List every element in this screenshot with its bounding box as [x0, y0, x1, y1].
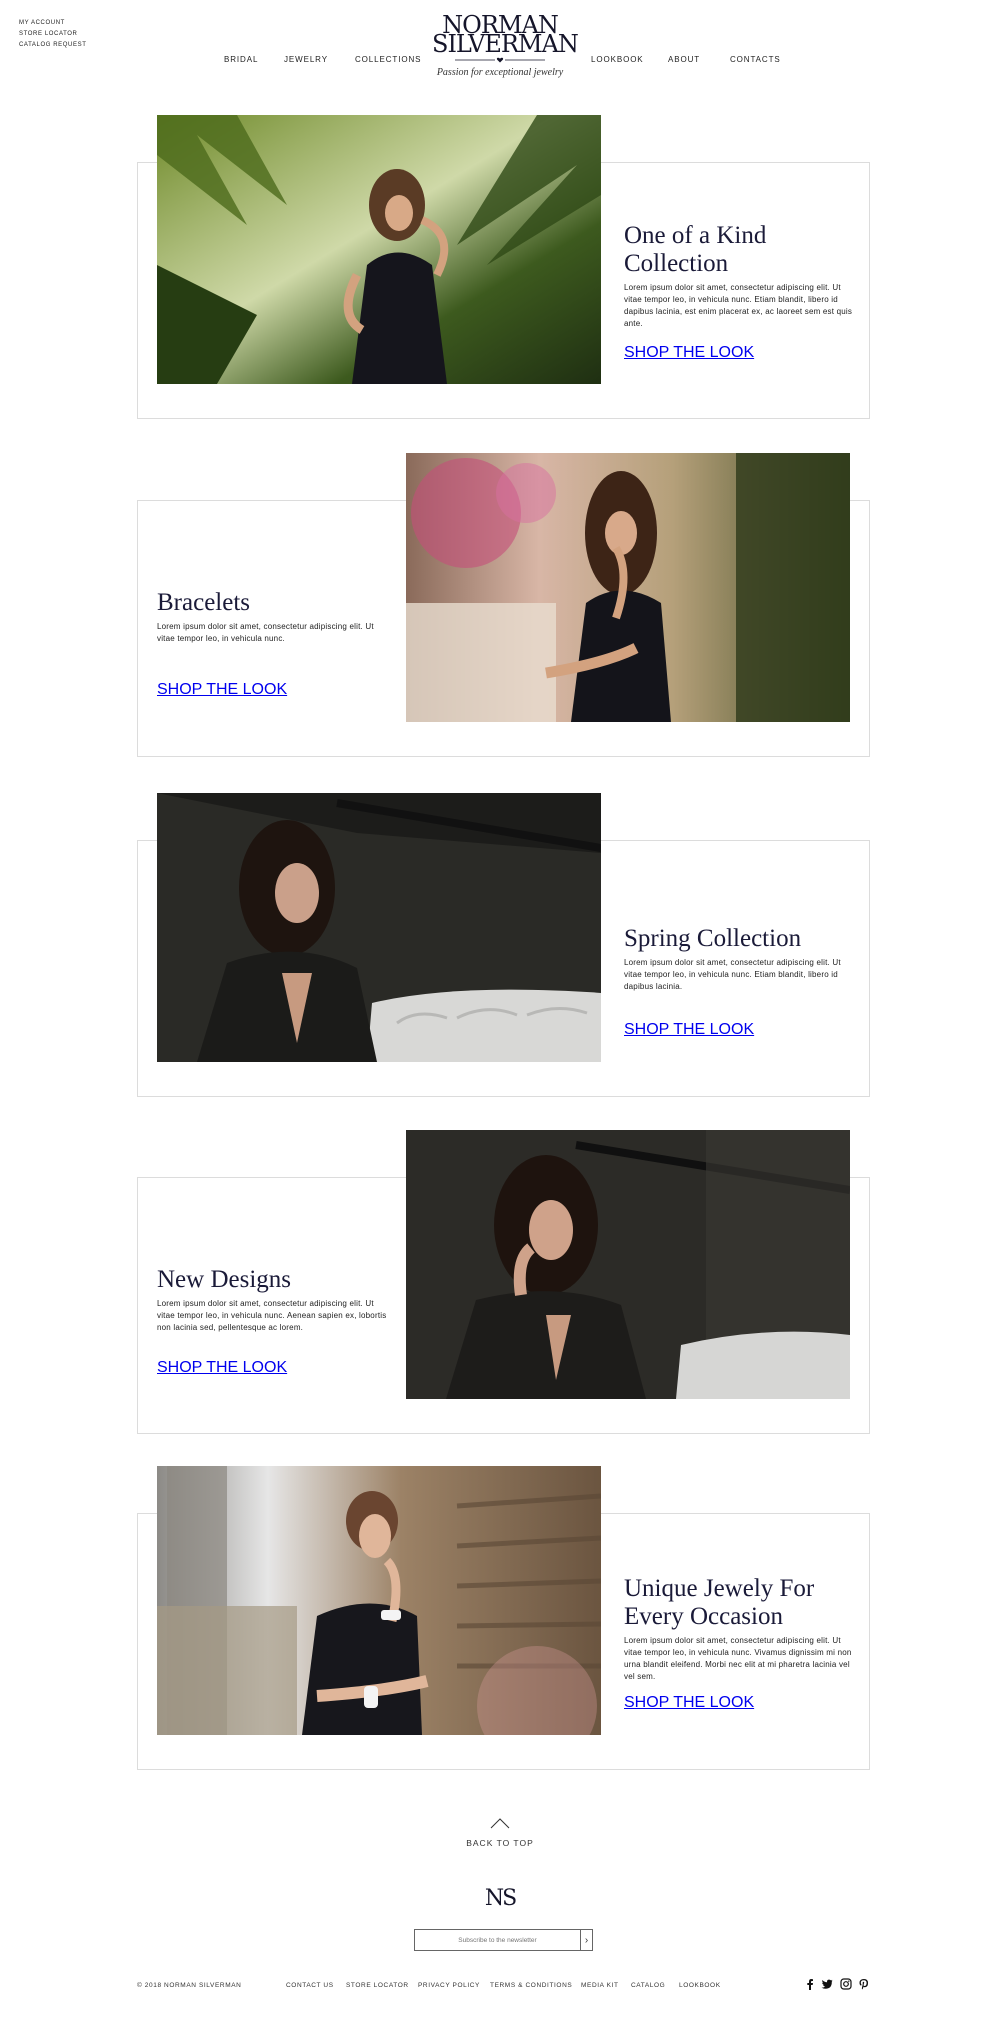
feature-1-body: Lorem ipsum dolor sit amet, consectetur … [624, 283, 853, 328]
feature-4-shop-the-look[interactable]: SHOP THE LOOK [157, 1359, 287, 1377]
feature-2-photo[interactable] [406, 453, 850, 722]
brand-logo[interactable]: NORMAN SILVERMAN Passion for exceptional… [432, 13, 579, 78]
monogram-text: NS [484, 1886, 517, 1911]
chevron-up-icon [490, 1818, 510, 1829]
nav-jewelry[interactable]: JEWELRY [284, 55, 328, 64]
feature-1-text: One of a Kind Collection Lorem ipsum dol… [624, 222, 860, 330]
feature-4-body: Lorem ipsum dolor sit amet, consectetur … [157, 1299, 387, 1332]
footer-privacy-policy[interactable]: PRIVACY POLICY [418, 1982, 480, 1989]
feature-1-photo[interactable] [157, 115, 601, 384]
copyright: © 2018 NORMAN SILVERMAN [137, 1982, 242, 1989]
feature-2-shop-the-look[interactable]: SHOP THE LOOK [157, 681, 287, 699]
back-to-top-button[interactable]: BACK TO TOP [440, 1816, 560, 1848]
feature-2-text: Bracelets Lorem ipsum dolor sit amet, co… [157, 589, 393, 645]
my-account-link[interactable]: MY ACCOUNT [19, 18, 86, 29]
feature-1-shop-the-look[interactable]: SHOP THE LOOK [624, 344, 754, 362]
chevron-right-icon: › [584, 1934, 589, 1946]
instagram-icon[interactable] [840, 1978, 852, 1990]
feature-5-shop-the-look[interactable]: SHOP THE LOOK [624, 1694, 754, 1712]
feature-4-photo[interactable] [406, 1130, 850, 1399]
footer-catalog[interactable]: CATALOG [631, 1982, 665, 1989]
twitter-icon[interactable] [821, 1978, 833, 1990]
feature-5-text: Unique Jewely For Every Occasion Lorem i… [624, 1575, 860, 1683]
facebook-icon[interactable] [804, 1978, 816, 1990]
catalog-request-link[interactable]: CATALOG REQUEST [19, 40, 86, 51]
newsletter-input[interactable] [415, 1930, 580, 1950]
feature-4-title: New Designs [157, 1266, 292, 1293]
nav-bridal[interactable]: BRIDAL [224, 55, 258, 64]
footer-lookbook[interactable]: LOOKBOOK [679, 1982, 721, 1989]
footer-media-kit[interactable]: MEDIA KIT [581, 1982, 619, 1989]
logo-line-2: SILVERMAN [432, 30, 579, 58]
nav-collections[interactable]: COLLECTIONS [355, 55, 421, 64]
feature-2-title: Bracelets [157, 589, 251, 616]
store-locator-link[interactable]: STORE LOCATOR [19, 29, 86, 40]
footer-store-locator[interactable]: STORE LOCATOR [346, 1982, 409, 1989]
ns-monogram-logo: NS [480, 1886, 520, 1911]
feature-2-body: Lorem ipsum dolor sit amet, consectetur … [157, 622, 374, 643]
feature-3-title: Spring Collection [624, 925, 802, 952]
feature-3-shop-the-look[interactable]: SHOP THE LOOK [624, 1021, 754, 1039]
back-to-top-label: BACK TO TOP [466, 1838, 534, 1848]
feature-5-title: Unique Jewely For Every Occasion [624, 1575, 815, 1630]
footer-contact-us[interactable]: CONTACT US [286, 1982, 334, 1989]
feature-3-text: Spring Collection Lorem ipsum dolor sit … [624, 925, 860, 993]
feature-3-body: Lorem ipsum dolor sit amet, consectetur … [624, 958, 841, 991]
nav-lookbook[interactable]: LOOKBOOK [591, 55, 644, 64]
feature-4-text: New Designs Lorem ipsum dolor sit amet, … [157, 1266, 393, 1334]
footer-terms-conditions[interactable]: TERMS & CONDITIONS [490, 1982, 572, 1989]
feature-5-photo[interactable] [157, 1466, 601, 1735]
feature-1-title: One of a Kind Collection [624, 222, 767, 277]
nav-about[interactable]: ABOUT [668, 55, 700, 64]
feature-5-body: Lorem ipsum dolor sit amet, consectetur … [624, 1636, 852, 1681]
feature-3-photo[interactable] [157, 793, 601, 1062]
newsletter-submit-button[interactable]: › [580, 1930, 592, 1950]
logo-tagline: Passion for exceptional jewelry [436, 67, 564, 78]
pinterest-icon[interactable] [858, 1978, 870, 1990]
nav-contacts[interactable]: CONTACTS [730, 55, 781, 64]
newsletter-form: › [414, 1929, 593, 1951]
utility-menu: MY ACCOUNT STORE LOCATOR CATALOG REQUEST [19, 18, 86, 51]
